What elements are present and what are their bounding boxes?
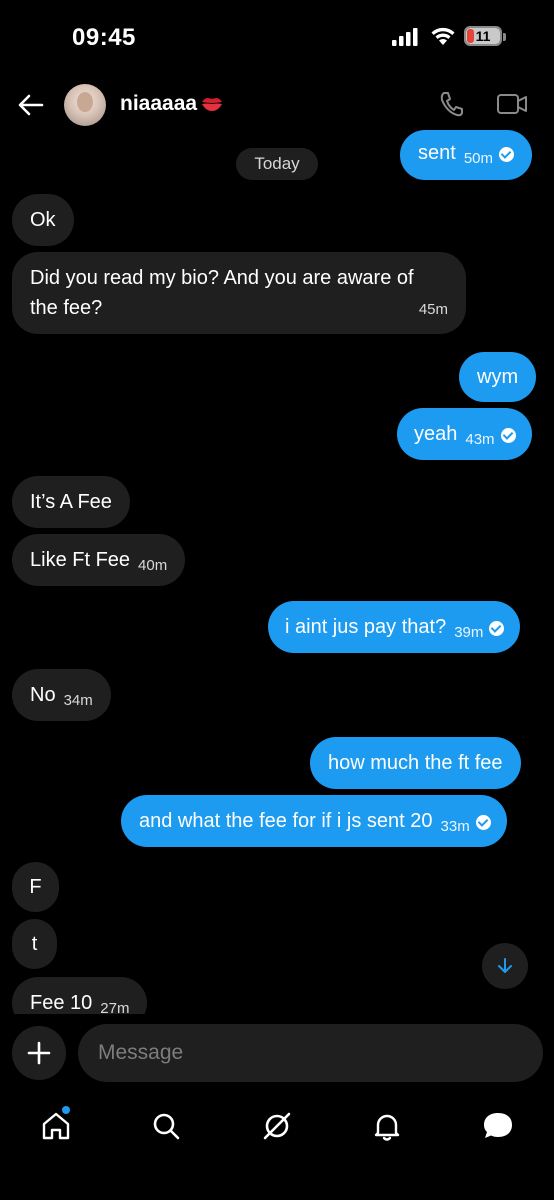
message-incoming[interactable]: Ok [12,194,74,246]
message-outgoing[interactable]: i aint jus pay that? 39m [268,601,521,653]
tab-search[interactable] [146,1106,186,1146]
tab-notifications[interactable] [367,1106,407,1146]
message-incoming[interactable]: F [12,862,59,912]
battery-level: 11 [475,28,491,44]
phone-call-icon[interactable] [438,90,464,118]
video-call-icon[interactable] [496,92,528,116]
wifi-icon [431,27,455,45]
message-input[interactable] [78,1024,543,1082]
message-outgoing[interactable]: wym [459,352,537,402]
battery-icon: 11 [464,26,502,46]
message-incoming[interactable]: t [12,919,57,969]
arrow-down-icon [498,958,512,973]
message-outgoing[interactable]: yeah 43m [397,408,532,460]
scroll-to-bottom-button[interactable] [482,943,528,989]
read-check-icon [500,428,516,443]
status-time: 09:45 [72,24,136,51]
kiss-mark-icon [202,98,222,111]
conversation-header: niaaaaa [0,72,554,138]
message-composer [0,1014,554,1100]
tab-messages[interactable] [478,1106,518,1146]
cellular-signal-icon [392,28,418,46]
tab-home[interactable] [36,1106,76,1146]
message-incoming[interactable]: No 34m [12,669,111,721]
contact-name[interactable]: niaaaaa [120,92,197,116]
read-check-icon [489,621,505,636]
search-icon [153,1113,180,1140]
battery-nub [503,33,506,41]
messages-icon [484,1113,512,1138]
notification-dot [62,1106,70,1114]
add-attachment-button[interactable] [12,1026,66,1080]
back-arrow-icon[interactable] [16,90,46,120]
avatar[interactable] [64,84,106,126]
home-icon [42,1112,70,1140]
message-outgoing[interactable]: sent 50m [400,130,532,180]
tab-grok[interactable] [257,1106,297,1146]
message-outgoing[interactable]: and what the fee for if i js sent 20 33m [121,795,507,847]
message-incoming[interactable]: Like Ft Fee 40m [12,534,186,586]
date-divider: Today [236,148,318,180]
message-incoming[interactable]: It’s A Fee [12,476,130,528]
status-bar: 09:45 11 [0,0,554,72]
dm-conversation-screen: 09:45 11 niaaaaa sent 50m Today Ok Did y… [0,0,554,1200]
plus-icon [27,1041,51,1065]
message-outgoing[interactable]: how much the ft fee [310,737,521,789]
read-check-icon [475,815,491,830]
message-incoming[interactable]: Did you read my bio? And you are aware o… [12,252,466,334]
grok-icon [263,1112,291,1140]
read-check-icon [499,147,514,162]
bottom-tab-bar [0,1100,554,1200]
notifications-icon [374,1114,400,1141]
